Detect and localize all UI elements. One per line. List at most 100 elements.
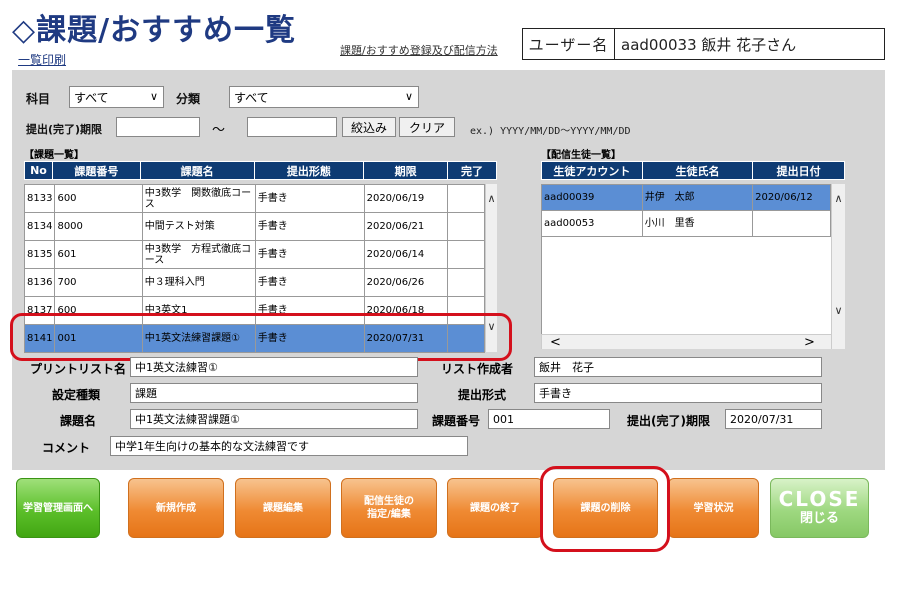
- date-format-hint: ex.) YYYY/MM/DD〜YYYY/MM/DD: [470, 126, 631, 137]
- cell-name: 中3数学 関数徹底コース: [141, 184, 256, 213]
- cell-name: 中3数学 方程式徹底コース: [141, 240, 256, 269]
- cell-date: 2020/06/12: [752, 184, 831, 211]
- task-name-label: 課題名: [60, 414, 97, 428]
- cell-code: 700: [54, 268, 143, 297]
- col-name: 課題名: [139, 161, 255, 180]
- print-list-link[interactable]: 一覧印刷: [18, 51, 66, 68]
- cell-no: 8134: [23, 212, 56, 241]
- chevron-down-icon: ∨: [404, 90, 413, 103]
- assignments-section-title: 【課題一覧】: [24, 150, 84, 161]
- task-number-field[interactable]: 001: [488, 409, 610, 429]
- cell-deadline: 2020/06/14: [363, 240, 449, 269]
- cell-no: 8136: [23, 268, 56, 297]
- cell-code: 8000: [54, 212, 143, 241]
- close-label-jp: 閉じる: [799, 511, 839, 526]
- deadline-detail-label: 提出(完了)期限: [627, 414, 710, 428]
- learning-status-button[interactable]: 学習状況: [668, 478, 759, 538]
- scroll-up-icon[interactable]: ∧: [832, 192, 845, 205]
- scroll-right-icon[interactable]: >: [804, 335, 815, 350]
- category-value: すべて: [234, 90, 269, 105]
- cell-code: 601: [54, 240, 143, 269]
- print-list-name-field[interactable]: 中1英文法練習①: [130, 357, 418, 377]
- end-task-button[interactable]: 課題の終了: [447, 478, 543, 538]
- cell-name: 中３理科入門: [141, 268, 256, 297]
- cell-done: [447, 240, 485, 269]
- cell-type: 手書き: [254, 268, 365, 297]
- cell-type: 手書き: [254, 184, 365, 213]
- close-button[interactable]: CLOSE 閉じる: [770, 478, 869, 538]
- comment-field[interactable]: 中学1年生向けの基本的な文法練習です: [110, 436, 468, 456]
- students-hscrollbar[interactable]: < >: [541, 334, 831, 350]
- table-row[interactable]: 8135 601 中3数学 方程式徹底コース 手書き 2020/06/14: [23, 240, 485, 269]
- cell-no: 8135: [23, 240, 56, 269]
- cell-done: [447, 268, 485, 297]
- new-button[interactable]: 新規作成: [128, 478, 224, 538]
- clear-button[interactable]: クリア: [399, 117, 455, 137]
- students-section-title: 【配信生徒一覧】: [541, 150, 621, 161]
- deadline-to-input[interactable]: [247, 117, 337, 137]
- user-name: aad00033 飯井 花子さん: [621, 35, 797, 54]
- deadline-detail-field[interactable]: 2020/07/31: [725, 409, 822, 429]
- scroll-down-icon[interactable]: ∨: [832, 304, 845, 317]
- cell-no: 8133: [23, 184, 56, 213]
- edit-task-button[interactable]: 課題編集: [235, 478, 331, 538]
- cell-done: [447, 184, 485, 213]
- col-no: No: [24, 161, 53, 180]
- col-account: 生徒アカウント: [541, 161, 643, 180]
- cell-type: 手書き: [254, 240, 365, 269]
- cell-name: 中間テスト対策: [141, 212, 256, 241]
- deadline-from-input[interactable]: [116, 117, 200, 137]
- cell-date: [752, 210, 831, 237]
- task-number-label: 課題番号: [432, 414, 481, 428]
- cell-account: aad00039: [541, 184, 643, 211]
- col-done: 完了: [447, 161, 497, 180]
- subject-select[interactable]: すべて ∨: [69, 86, 164, 108]
- assign-students-button[interactable]: 配信生徒の 指定/編集: [341, 478, 437, 538]
- page-title: ◇課題/おすすめ一覧: [12, 13, 297, 48]
- chevron-down-icon: ∨: [149, 90, 158, 103]
- subject-value: すべて: [74, 90, 109, 105]
- students-header: 生徒アカウント 生徒氏名 提出日付: [541, 161, 845, 180]
- students-vscrollbar[interactable]: ∧ ∨: [831, 184, 845, 349]
- list-item[interactable]: aad00053 小川 里香: [541, 210, 831, 237]
- highlight-selected-row: [10, 313, 512, 361]
- assignments-header: No 課題番号 課題名 提出形態 期限 完了: [24, 161, 497, 180]
- creator-field[interactable]: 飯井 花子: [534, 357, 822, 377]
- submit-format-label: 提出形式: [458, 388, 507, 402]
- table-row[interactable]: 8133 600 中3数学 関数徹底コース 手書き 2020/06/19: [23, 184, 485, 213]
- task-name-field[interactable]: 中1英文法練習課題①: [130, 409, 418, 429]
- scroll-up-icon[interactable]: ∧: [486, 192, 497, 205]
- table-row[interactable]: 8136 700 中３理科入門 手書き 2020/06/26: [23, 268, 485, 297]
- registration-method-link[interactable]: 課題/おすすめ登録及び配信方法: [340, 42, 498, 58]
- cell-deadline: 2020/06/19: [363, 184, 449, 213]
- col-deadline: 期限: [363, 161, 449, 180]
- category-select[interactable]: すべて ∨: [229, 86, 419, 108]
- filter-button[interactable]: 絞込み: [342, 117, 396, 137]
- setting-type-label: 設定種類: [52, 388, 101, 402]
- close-label-en: CLOSE: [778, 487, 861, 511]
- setting-type-field[interactable]: 課題: [130, 383, 418, 403]
- col-type: 提出形態: [253, 161, 365, 180]
- range-separator: 〜: [212, 123, 226, 138]
- col-student-name: 生徒氏名: [641, 161, 754, 180]
- print-list-name-label: プリントリスト名: [30, 362, 127, 376]
- cell-type: 手書き: [254, 212, 365, 241]
- list-item[interactable]: aad00039 井伊 太郎 2020/06/12: [541, 184, 831, 211]
- user-box: ユーザー名 aad00033 飯井 花子さん: [522, 28, 885, 60]
- comment-label: コメント: [42, 441, 91, 455]
- scroll-left-icon[interactable]: <: [550, 335, 561, 350]
- deadline-filter-label: 提出(完了)期限: [26, 123, 103, 136]
- cell-deadline: 2020/06/21: [363, 212, 449, 241]
- cell-name: 小川 里香: [641, 210, 754, 237]
- user-label: ユーザー名: [523, 29, 615, 59]
- cell-code: 600: [54, 184, 143, 213]
- subject-label: 科目: [26, 92, 51, 106]
- cell-account: aad00053: [541, 210, 643, 237]
- col-code: 課題番号: [51, 161, 141, 180]
- students-table: aad00039 井伊 太郎 2020/06/12 aad00053 小川 里香: [541, 184, 831, 237]
- table-row[interactable]: 8134 8000 中間テスト対策 手書き 2020/06/21: [23, 212, 485, 241]
- creator-label: リスト作成者: [441, 362, 514, 376]
- learning-admin-button[interactable]: 学習管理画面へ: [16, 478, 100, 538]
- submit-format-field[interactable]: 手書き: [534, 383, 822, 403]
- highlight-delete-button: [540, 466, 670, 552]
